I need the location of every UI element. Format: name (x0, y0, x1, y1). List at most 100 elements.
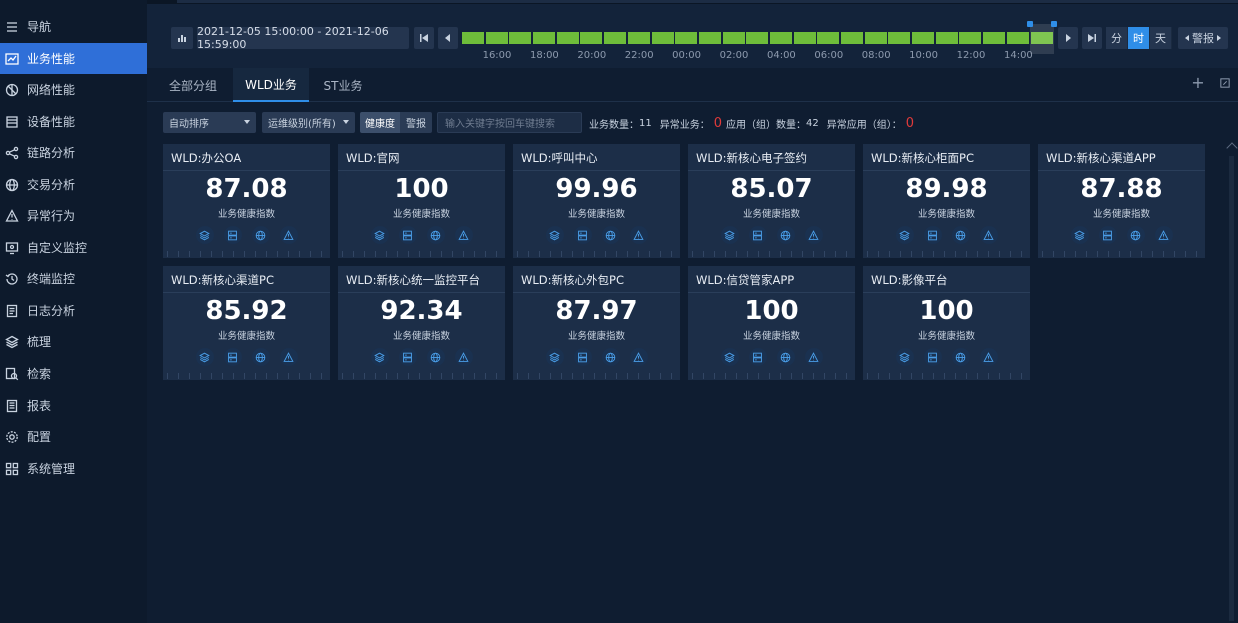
time-slot[interactable] (817, 32, 840, 44)
time-range-display[interactable]: 2021-12-05 15:00:00 - 2021-12-06 15:59:0… (197, 25, 409, 51)
server-icon[interactable] (923, 226, 942, 244)
sidebar-item-1[interactable]: 业务性能 (0, 43, 147, 74)
warning-icon[interactable] (629, 226, 648, 244)
time-slot[interactable] (769, 32, 792, 44)
time-slot[interactable] (912, 32, 935, 44)
layers-icon[interactable] (1070, 226, 1089, 244)
business-card[interactable]: WLD:新核心外包PC 87.97 业务健康指数 (513, 266, 680, 380)
sidebar-item-12[interactable]: 报表 (0, 390, 147, 421)
warning-icon[interactable] (454, 226, 473, 244)
warning-icon[interactable] (279, 348, 298, 366)
range-handle-left[interactable] (1027, 21, 1033, 27)
business-card[interactable]: WLD:影像平台 100 业务健康指数 (863, 266, 1030, 380)
time-slot[interactable] (698, 32, 721, 44)
sidebar-item-0[interactable]: 导航 (0, 11, 147, 42)
step-back-button[interactable] (438, 27, 458, 49)
globe-icon[interactable] (951, 226, 970, 244)
warning-icon[interactable] (279, 226, 298, 244)
sidebar-item-9[interactable]: 日志分析 (0, 295, 147, 326)
layers-icon[interactable] (370, 226, 389, 244)
add-icon[interactable]: + (1191, 75, 1205, 91)
server-icon[interactable] (223, 348, 242, 366)
alert-navigator[interactable]: 警报 (1178, 27, 1228, 49)
sidebar-item-13[interactable]: 配置 (0, 421, 147, 452)
granularity-option[interactable]: 时 (1128, 27, 1150, 49)
layers-icon[interactable] (720, 226, 739, 244)
server-icon[interactable] (748, 226, 767, 244)
layers-icon[interactable] (195, 348, 214, 366)
level-select[interactable]: 运维级别(所有) (262, 112, 355, 133)
globe-icon[interactable] (776, 348, 795, 366)
scroll-up-icon[interactable] (1226, 142, 1238, 154)
business-card[interactable]: WLD:新核心渠道APP 87.88 业务健康指数 (1038, 144, 1205, 258)
prev-alert-icon[interactable] (1182, 33, 1192, 43)
server-icon[interactable] (573, 348, 592, 366)
sidebar-item-6[interactable]: 异常行为 (0, 200, 147, 231)
warning-icon[interactable] (804, 348, 823, 366)
time-slot[interactable] (462, 32, 484, 44)
globe-icon[interactable] (601, 348, 620, 366)
time-slot[interactable] (485, 32, 508, 44)
business-card[interactable]: WLD:新核心渠道PC 85.92 业务健康指数 (163, 266, 330, 380)
layers-icon[interactable] (895, 226, 914, 244)
sidebar-item-7[interactable]: 自定义监控 (0, 232, 147, 263)
time-slot[interactable] (509, 32, 532, 44)
server-icon[interactable] (223, 226, 242, 244)
next-alert-icon[interactable] (1214, 33, 1224, 43)
time-slot[interactable] (722, 32, 745, 44)
server-icon[interactable] (1098, 226, 1117, 244)
layers-icon[interactable] (895, 348, 914, 366)
warning-icon[interactable] (629, 348, 648, 366)
step-forward-button[interactable] (1058, 27, 1078, 49)
layers-icon[interactable] (370, 348, 389, 366)
sidebar-item-10[interactable]: 梳理 (0, 326, 147, 357)
time-slot[interactable] (746, 32, 769, 44)
time-slot[interactable] (604, 32, 627, 44)
layers-icon[interactable] (545, 348, 564, 366)
sidebar-item-3[interactable]: 设备性能 (0, 106, 147, 137)
server-icon[interactable] (398, 348, 417, 366)
time-slot[interactable] (983, 32, 1006, 44)
sort-select[interactable]: 自动排序 (163, 112, 256, 133)
toggle-health[interactable]: 健康度 (360, 112, 400, 133)
tab-all-groups[interactable]: 全部分组 (161, 68, 225, 102)
layers-icon[interactable] (720, 348, 739, 366)
jump-end-button[interactable] (1082, 27, 1102, 49)
time-slot[interactable] (959, 32, 982, 44)
scroll-thumb[interactable] (1229, 156, 1234, 621)
business-card[interactable]: WLD:新核心统一监控平台 92.34 业务健康指数 (338, 266, 505, 380)
time-slots[interactable] (462, 32, 1054, 44)
server-icon[interactable] (923, 348, 942, 366)
warning-icon[interactable] (979, 226, 998, 244)
sidebar-item-8[interactable]: 终端监控 (0, 263, 147, 294)
business-card[interactable]: WLD:信贷管家APP 100 业务健康指数 (688, 266, 855, 380)
business-card[interactable]: WLD:官网 100 业务健康指数 (338, 144, 505, 258)
server-icon[interactable] (573, 226, 592, 244)
time-slot[interactable] (793, 32, 816, 44)
time-slot[interactable] (864, 32, 887, 44)
time-slot[interactable] (627, 32, 650, 44)
globe-icon[interactable] (951, 348, 970, 366)
sidebar-item-2[interactable]: 网络性能 (0, 74, 147, 105)
business-card[interactable]: WLD:新核心柜面PC 89.98 业务健康指数 (863, 144, 1030, 258)
tab-st[interactable]: ST业务 (317, 68, 369, 102)
warning-icon[interactable] (454, 348, 473, 366)
sidebar-item-5[interactable]: 交易分析 (0, 169, 147, 200)
sidebar-item-14[interactable]: 系统管理 (0, 453, 147, 484)
business-card[interactable]: WLD:新核心电子签约 85.07 业务健康指数 (688, 144, 855, 258)
tab-wld[interactable]: WLD业务 (233, 68, 309, 102)
globe-icon[interactable] (426, 226, 445, 244)
granularity-option[interactable]: 天 (1150, 27, 1172, 49)
time-slot[interactable] (675, 32, 698, 44)
range-handle-right[interactable] (1051, 21, 1057, 27)
time-slot[interactable] (841, 32, 863, 44)
layers-icon[interactable] (545, 226, 564, 244)
time-slot[interactable] (1006, 32, 1029, 44)
search-input[interactable]: 输入关键字按回车键搜索 (437, 112, 582, 133)
business-card[interactable]: WLD:办公OA 87.08 业务健康指数 (163, 144, 330, 258)
globe-icon[interactable] (426, 348, 445, 366)
sidebar-item-11[interactable]: 检索 (0, 358, 147, 389)
warning-icon[interactable] (804, 226, 823, 244)
time-slot[interactable] (651, 32, 674, 44)
warning-icon[interactable] (979, 348, 998, 366)
